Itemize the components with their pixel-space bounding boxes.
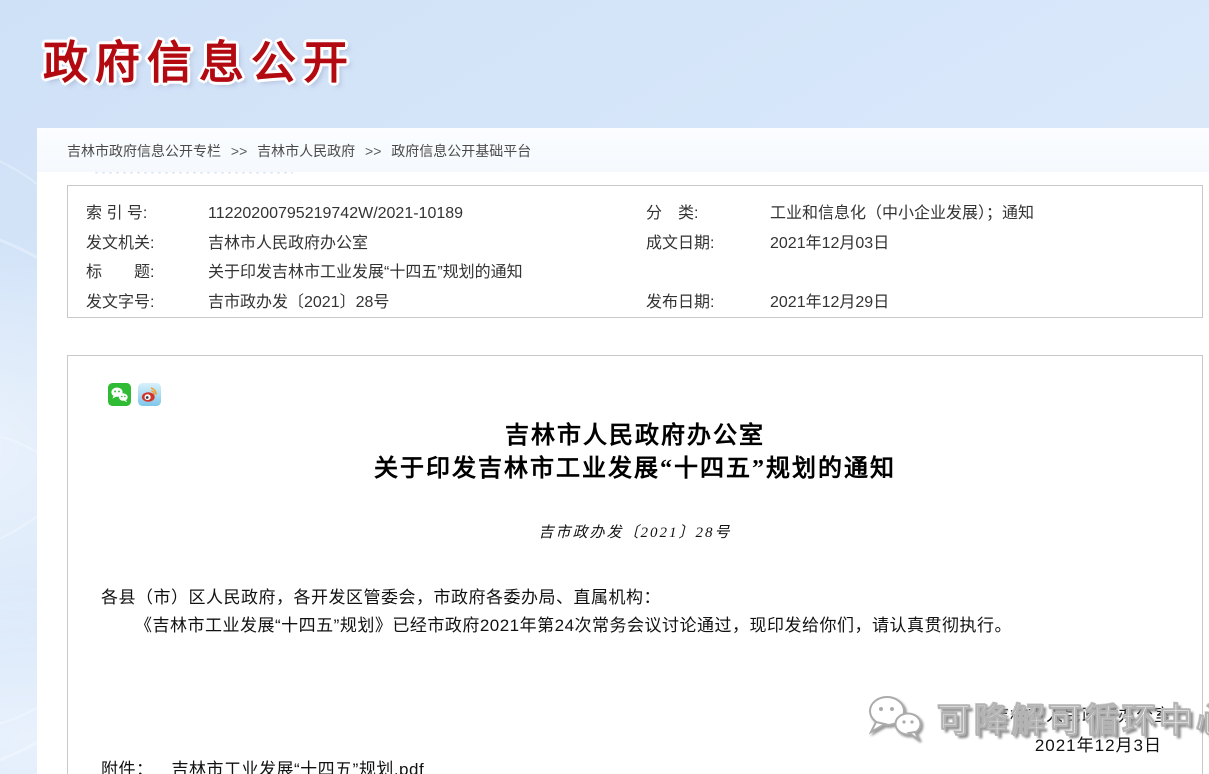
document-salutation: 各县（市）区人民政府，各开发区管委会，市政府各委办局、直属机构： [101, 583, 661, 608]
meta-value-title: 关于印发吉林市工业发展“十四五”规划的通知 [208, 258, 646, 288]
signature-block: 吉林市人民政府办公室 2021年12月3日 [992, 701, 1172, 761]
breadcrumb-item-platform[interactable]: 政府信息公开基础平台 [391, 143, 531, 159]
meta-label-issuer: 发文机关: [86, 229, 208, 259]
meta-label-written-date: 成文日期: [646, 229, 770, 259]
document-heading-title: 关于印发吉林市工业发展“十四五”规划的通知 [68, 453, 1202, 486]
breadcrumb-separator: >> [365, 143, 381, 159]
document-number: 吉市政办发〔2021〕28号 [68, 521, 1202, 542]
document-content-box: 吉林市人民政府办公室 关于印发吉林市工业发展“十四五”规划的通知 吉市政办发〔2… [67, 355, 1203, 774]
meta-value-doc-number: 吉市政办发〔2021〕28号 [208, 288, 646, 318]
document-body-paragraph: 《吉林市工业发展“十四五”规划》已经市政府2021年第24次常务会议讨论通过，现… [101, 612, 1160, 639]
page-title: 政府信息公开 [43, 26, 355, 91]
attachment-link[interactable]: 吉林市工业发展“十四五”规划.pdf [172, 760, 425, 774]
document-heading: 吉林市人民政府办公室 关于印发吉林市工业发展“十四五”规划的通知 [68, 420, 1202, 486]
meta-value-category: 工业和信息化（中小企业发展）；通知 [770, 199, 1202, 229]
meta-empty-cell [646, 258, 770, 288]
content-panel: 吉林市政府信息公开专栏 >> 吉林市人民政府 >> 政府信息公开基础平台 索 引… [37, 128, 1209, 774]
wechat-icon[interactable] [108, 383, 131, 406]
meta-label-publish-date: 发布日期: [646, 288, 770, 318]
meta-label-category: 分 类: [646, 199, 770, 229]
document-heading-org: 吉林市人民政府办公室 [68, 420, 1202, 453]
weibo-icon[interactable] [138, 383, 161, 406]
wechat-bubbles-outline-icon [863, 691, 927, 743]
signature-org: 吉林市人民政府办公室 [992, 701, 1172, 731]
breadcrumb-item-column[interactable]: 吉林市政府信息公开专栏 [67, 143, 221, 159]
share-buttons [108, 383, 161, 406]
meta-label-doc-number: 发文字号: [86, 288, 208, 318]
breadcrumb-item-government[interactable]: 吉林市人民政府 [257, 143, 355, 159]
meta-value-index: 11220200795219742W/2021-10189 [208, 199, 646, 229]
meta-empty-cell [770, 258, 1202, 288]
attachment-row: 附件： 吉林市工业发展“十四五”规划.pdf [101, 755, 424, 774]
document-metadata-table: 索 引 号: 11220200795219742W/2021-10189 分 类… [67, 185, 1203, 318]
signature-date: 2021年12月3日 [992, 731, 1162, 761]
meta-value-issuer: 吉林市人民政府办公室 [208, 229, 646, 259]
meta-value-written-date: 2021年12月03日 [770, 229, 1202, 259]
attachment-label: 附件： [101, 760, 154, 774]
meta-label-title: 标 题: [86, 258, 208, 288]
meta-value-publish-date: 2021年12月29日 [770, 288, 1202, 318]
breadcrumb: 吉林市政府信息公开专栏 >> 吉林市人民政府 >> 政府信息公开基础平台 [37, 128, 1209, 172]
meta-label-index: 索 引 号: [86, 199, 208, 229]
breadcrumb-separator: >> [231, 143, 247, 159]
